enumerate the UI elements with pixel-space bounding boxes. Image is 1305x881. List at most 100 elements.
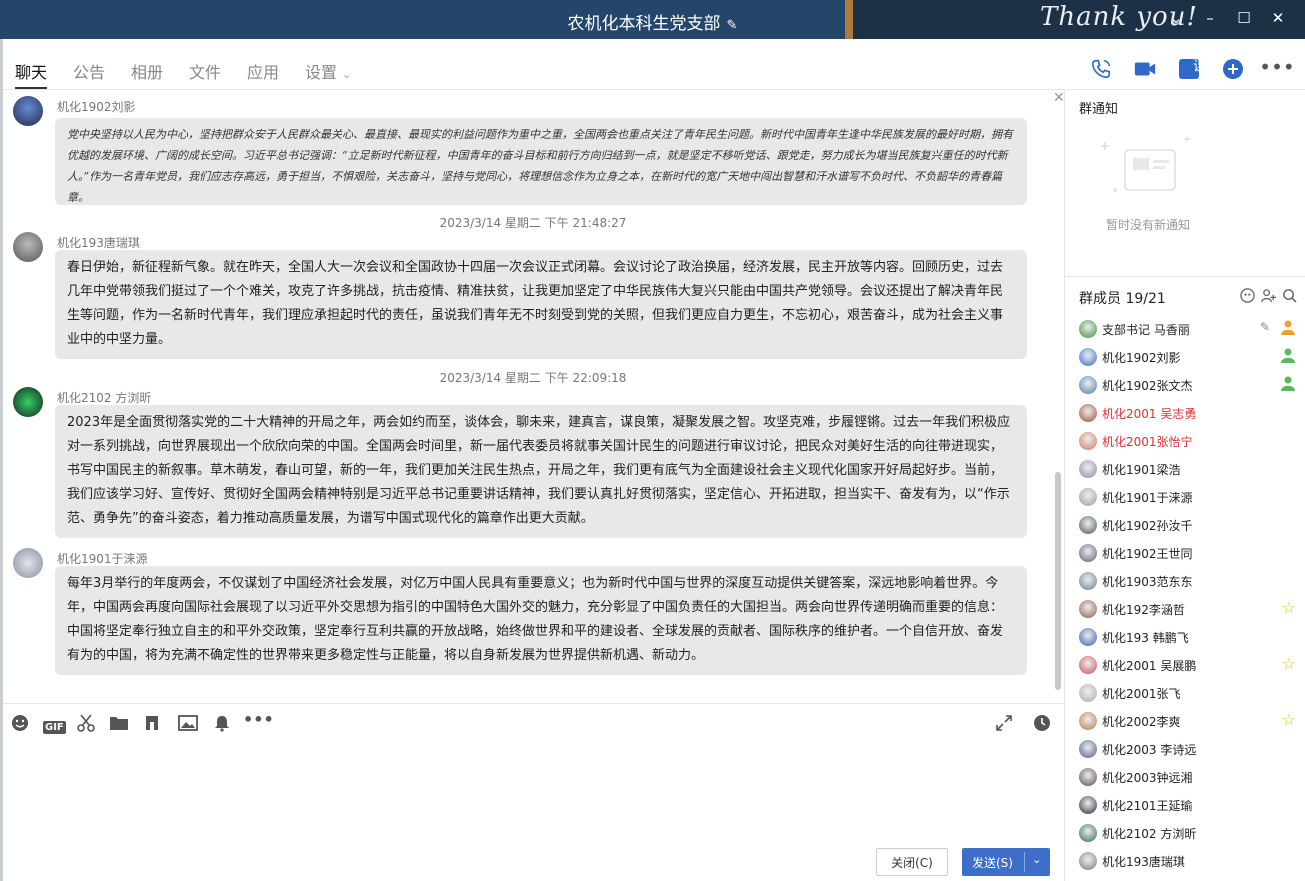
member-name: 机化193 韩鹏飞 [1102,631,1189,645]
edit-icon[interactable]: ✎ [1260,320,1270,334]
avatar[interactable] [13,96,43,126]
avatar[interactable] [1079,852,1097,870]
tab-album[interactable]: 相册 [131,59,163,83]
avatar[interactable] [1079,516,1097,534]
avatar[interactable] [1079,600,1097,618]
avatar[interactable] [1079,656,1097,674]
chevron-down-icon: ⌄ [342,68,352,81]
member-manage-icon[interactable] [1240,288,1255,307]
close-button[interactable]: 关闭(C) [876,848,948,876]
avatar[interactable] [1079,348,1097,366]
member-item[interactable]: 机化2102 方浏昕 [1065,819,1305,847]
video-icon[interactable] [1123,54,1167,80]
avatar[interactable] [13,548,43,578]
avatar[interactable] [1079,460,1097,478]
search-icon[interactable] [1282,288,1297,307]
member-item[interactable]: 机化1903范东东 [1065,567,1305,595]
member-name: 机化1903范东东 [1102,575,1193,589]
avatar[interactable] [1079,544,1097,562]
expand-icon[interactable] [995,714,1013,736]
owner-badge-icon [1280,319,1296,339]
more-icon[interactable]: ••• [243,710,274,729]
gif-icon[interactable]: GIF [43,715,66,734]
member-item[interactable]: 机化193唐瑞琪 [1065,847,1305,875]
bell-icon[interactable] [213,714,231,736]
member-item[interactable]: 机化2001 吴展鹏 ☆ [1065,651,1305,679]
member-item[interactable]: 机化1902王世同 [1065,539,1305,567]
edit-name-icon[interactable]: ✎ [727,18,738,33]
member-item[interactable]: 机化1902刘影 [1065,343,1305,371]
folder-icon[interactable] [109,714,129,736]
avatar[interactable] [1079,628,1097,646]
minimize-icon[interactable]: – [1193,9,1227,27]
admin-badge-icon [1280,375,1296,395]
chat-history[interactable]: ✕ 机化1902刘影 党中央坚持以人民为中心，坚持把群众安于人民群众最关心、最直… [3,90,1063,702]
group-name: 农机化本科生党支部 [567,14,721,34]
message-bubble: 每年3月举行的年度两会，不仅谋划了中国经济社会发展，对亿万中国人民具有重要意义；… [55,566,1027,675]
member-item[interactable]: 机化1901于涞源 [1065,483,1305,511]
member-name: 机化2003 李诗远 [1102,743,1197,757]
member-item[interactable]: 机化2001张飞 [1065,679,1305,707]
tab-files[interactable]: 文件 [189,59,221,83]
member-item[interactable]: 机化1902张文杰 [1065,371,1305,399]
panel-divider [1065,276,1305,277]
music-icon[interactable] [143,714,161,736]
avatar[interactable] [1079,740,1097,758]
avatar[interactable] [1079,824,1097,842]
gif-label: GIF [43,721,66,734]
member-item[interactable]: 机化2002李爽 ☆ [1065,707,1305,735]
avatar[interactable] [1079,488,1097,506]
avatar[interactable] [1079,796,1097,814]
phone-icon[interactable] [1079,54,1123,80]
member-name: 机化1902孙汝千 [1102,519,1193,533]
history-clock-icon[interactable] [1033,714,1051,736]
member-item[interactable]: 机化192李涵哲 ☆ [1065,595,1305,623]
add-icon[interactable] [1211,54,1255,80]
empty-notice-icon [1101,136,1190,192]
member-item[interactable]: 机化2001张怡宁 [1065,427,1305,455]
member-item[interactable]: 支部书记 马香丽 ✎ [1065,315,1305,343]
tab-bar: 聊天 公告 相册 文件 应用 设置 ⌄ ••• [3,39,1305,90]
tab-apps[interactable]: 应用 [247,59,279,83]
tab-chat[interactable]: 聊天 [15,59,48,89]
maximize-icon[interactable]: ☐ [1227,9,1261,27]
avatar[interactable] [1079,320,1097,338]
message-input[interactable] [3,744,1063,844]
close-icon[interactable]: ✕ [1261,9,1295,27]
member-name: 机化2002李爽 [1102,715,1181,729]
invite-member-icon[interactable] [1261,288,1276,307]
tab-announcements[interactable]: 公告 [73,59,105,83]
avatar[interactable] [1079,432,1097,450]
more-icon[interactable]: ••• [1255,54,1299,80]
message-bubble: 2023年是全面贯彻落实党的二十大精神的开局之年，两会如约而至，谈体会，聊未来，… [55,405,1027,538]
avatar[interactable] [1079,684,1097,702]
window-title: 农机化本科生党支部 ✎ [0,9,1305,34]
emoji-icon[interactable] [11,714,29,736]
tab-settings[interactable]: 设置 ⌄ [305,59,351,83]
send-options-chevron-icon[interactable]: ⌄ [1032,853,1041,866]
member-item[interactable]: 机化193 韩鹏飞 [1065,623,1305,651]
scrollbar-thumb[interactable] [1055,472,1061,690]
chat-scrollbar[interactable] [1055,102,1061,698]
scissors-icon[interactable] [77,714,95,736]
member-item[interactable]: 机化2003钟远湘 [1065,763,1305,791]
send-button[interactable]: 发送(S) ⌄ [962,848,1050,876]
member-list[interactable]: 支部书记 马香丽 ✎ 机化1902刘影 机化1902张文杰 机化2001 吴志勇 机化20… [1065,315,1305,875]
avatar[interactable] [1079,404,1097,422]
member-item[interactable]: 机化2101王延瑜 [1065,791,1305,819]
chevron-down-icon[interactable]: ⌄ [1159,9,1193,27]
title-bar: Thank you! 农机化本科生党支部 ✎ ⌄ – ☐ ✕ [0,0,1305,39]
image-icon[interactable] [178,714,198,736]
member-item[interactable]: 机化1902孙汝千 [1065,511,1305,539]
member-item[interactable]: 机化2001 吴志勇 [1065,399,1305,427]
avatar[interactable] [1079,572,1097,590]
avatar[interactable] [1079,768,1097,786]
member-item[interactable]: 机化1901梁浩 [1065,455,1305,483]
member-name: 机化192李涵哲 [1102,603,1185,617]
avatar[interactable] [13,387,43,417]
member-item[interactable]: 机化2003 李诗远 [1065,735,1305,763]
avatar[interactable] [1079,712,1097,730]
avatar[interactable] [13,232,43,262]
avatar[interactable] [1079,376,1097,394]
sender-name: 机化1901于涞源 [57,552,148,566]
